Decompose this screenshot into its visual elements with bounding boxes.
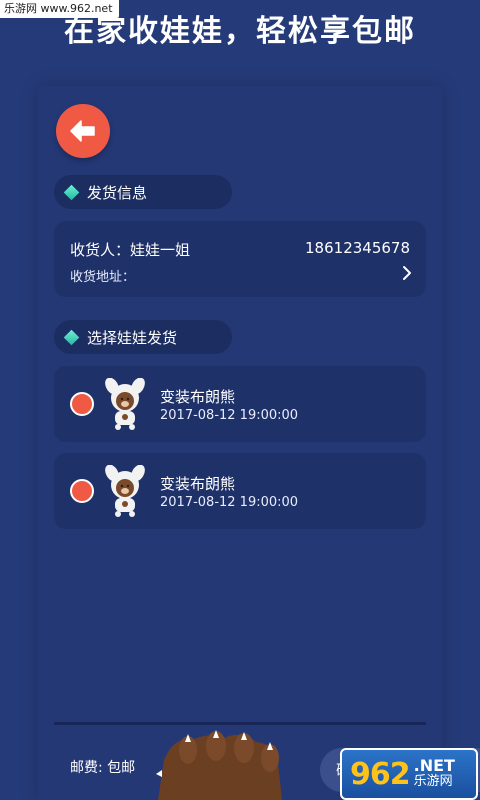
select-doll-header: 选择娃娃发货 bbox=[54, 320, 232, 354]
diamond-icon bbox=[63, 329, 80, 345]
paw-decoration bbox=[156, 730, 282, 800]
doll-name: 变装布朗熊 bbox=[160, 388, 236, 406]
address-card[interactable]: 收货人：娃娃一姐 18612345678 收货地址： bbox=[54, 221, 426, 297]
shipping-info-header: 发货信息 bbox=[54, 175, 232, 209]
shipping-fee: 邮费: 包邮 bbox=[70, 760, 136, 776]
logo-cn: 乐游网 bbox=[413, 774, 453, 789]
back-arrow-icon bbox=[70, 120, 95, 142]
site-logo: 962 .NET 乐游网 bbox=[340, 748, 478, 800]
list-item[interactable]: 变装布朗熊 2017-08-12 19:00:00 bbox=[54, 453, 426, 529]
diamond-icon bbox=[63, 184, 80, 200]
page-headline: 在家收娃娃，轻松享包邮 bbox=[64, 14, 416, 49]
radio-button[interactable] bbox=[70, 392, 94, 416]
logo-number: 962 bbox=[350, 756, 411, 792]
doll-image bbox=[105, 465, 145, 517]
list-item[interactable]: 变装布朗熊 2017-08-12 19:00:00 bbox=[54, 366, 426, 442]
address-label: 收货地址： bbox=[70, 270, 136, 285]
doll-image bbox=[105, 378, 145, 430]
radio-button[interactable] bbox=[70, 479, 94, 503]
logo-net: .NET bbox=[413, 756, 455, 775]
doll-time: 2017-08-12 19:00:00 bbox=[160, 408, 299, 423]
back-button[interactable] bbox=[56, 104, 110, 158]
receiver-name: 收货人：娃娃一姐 bbox=[70, 241, 191, 259]
doll-name: 变装布朗熊 bbox=[160, 475, 236, 493]
select-doll-title: 选择娃娃发货 bbox=[87, 328, 178, 347]
doll-time: 2017-08-12 19:00:00 bbox=[160, 495, 299, 510]
shipping-info-title: 发货信息 bbox=[87, 183, 148, 202]
chevron-right-icon bbox=[403, 266, 411, 280]
divider bbox=[54, 722, 426, 725]
receiver-phone: 18612345678 bbox=[305, 239, 410, 257]
